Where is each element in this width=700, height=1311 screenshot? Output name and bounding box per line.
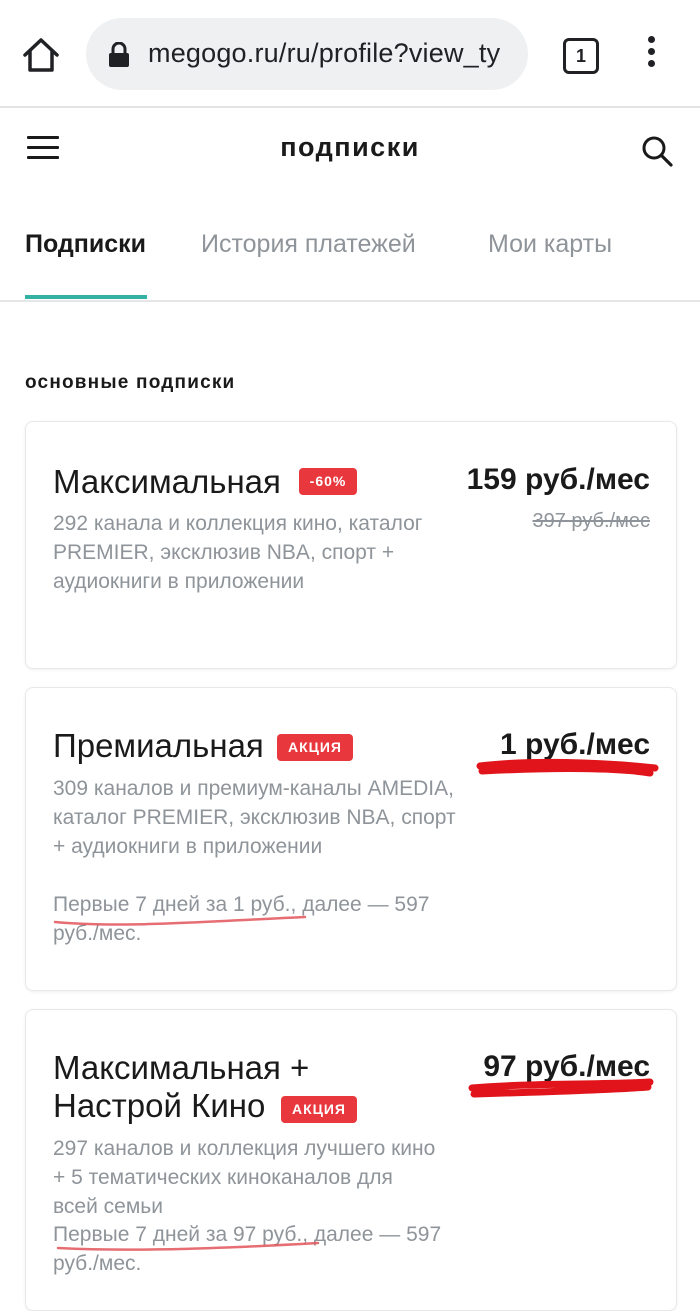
plan-description: 292 канала и коллекция кино, каталог PRE…	[53, 512, 423, 593]
plan-name-line-1: Максимальная +	[53, 1049, 310, 1086]
tab-payment-history[interactable]: История платежей	[201, 230, 416, 259]
plan-promo-terms: Первые 7 дней за 1 руб., далее — 597 руб…	[53, 893, 430, 945]
tab-my-cards[interactable]: Мои карты	[488, 230, 612, 259]
plan-name: Премиальная	[53, 727, 264, 764]
plan-card-maximal-kino[interactable]: Максимальная + Настрой Кино АКЦИЯ 97 руб…	[25, 1009, 677, 1311]
more-vert-icon[interactable]	[641, 36, 661, 72]
lock-icon	[108, 41, 130, 68]
plan-old-price: 397 руб./мес	[532, 510, 651, 532]
promo-badge: АКЦИЯ	[281, 1096, 357, 1123]
plan-promo-terms: Первые 7 дней за 97 руб., далее — 597 ру…	[53, 1223, 442, 1275]
app-header: подписки	[0, 108, 700, 192]
plan-description: 297 каналов и коллекция лучшего кино + 5…	[53, 1137, 436, 1218]
plan-price: 159 руб./мес	[466, 463, 650, 496]
plan-price: 97 руб./мес	[483, 1050, 650, 1083]
plan-card-maximal[interactable]: Максимальная -60% 159 руб./мес 397 руб./…	[25, 421, 677, 669]
plan-name: Максимальная	[53, 463, 281, 500]
plan-name-line-2: Настрой Кино	[53, 1087, 266, 1124]
plan-description: 309 каналов и премиум-каналы AMEDIA, кат…	[53, 777, 456, 858]
home-icon[interactable]	[20, 34, 62, 76]
profile-tabs: Подписки История платежей Мои карты	[0, 206, 700, 302]
active-tab-indicator	[25, 295, 147, 299]
tab-switcher-icon[interactable]: 1	[563, 38, 599, 74]
browser-toolbar: megogo.ru/ru/profile?view_ty 1	[0, 0, 700, 108]
plan-price: 1 руб./мес	[500, 728, 650, 761]
address-bar[interactable]: megogo.ru/ru/profile?view_ty	[86, 18, 528, 90]
promo-badge: АКЦИЯ	[277, 734, 353, 761]
search-icon[interactable]	[640, 134, 674, 168]
page-title: подписки	[280, 132, 420, 162]
discount-badge: -60%	[299, 468, 357, 495]
url-text: megogo.ru/ru/profile?view_ty	[148, 38, 501, 68]
tab-subscriptions[interactable]: Подписки	[25, 230, 146, 259]
section-title: основные подписки	[25, 372, 236, 393]
plan-card-premium[interactable]: Премиальная АКЦИЯ 1 руб./мес 309 каналов…	[25, 687, 677, 991]
